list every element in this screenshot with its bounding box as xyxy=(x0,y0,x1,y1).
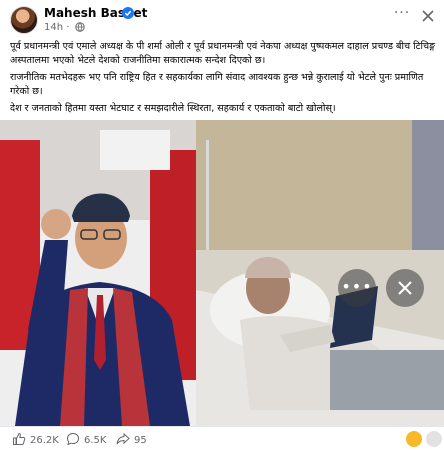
comment-count: 6.5K xyxy=(84,435,107,446)
post-paragraph: राजनीतिक मतभेदहरू भए पनि राष्ट्रिय हित र… xyxy=(10,72,424,97)
share-icon xyxy=(116,432,130,445)
share-count: 95 xyxy=(134,435,147,446)
post-paragraph: देश र जनताको हितमा यस्ता भेटघाट र समझदार… xyxy=(10,103,336,114)
avatar[interactable] xyxy=(10,6,38,34)
left-photo xyxy=(0,120,196,426)
like-count: 26.2K xyxy=(30,435,59,446)
comment-button[interactable]: 6.5K xyxy=(66,432,106,446)
comment-icon xyxy=(66,432,80,446)
verified-badge-icon xyxy=(122,7,134,19)
globe-icon xyxy=(74,22,85,32)
laugh-reaction-icon[interactable] xyxy=(406,431,422,447)
like-button[interactable]: 26.2K xyxy=(12,432,59,446)
post-media[interactable]: ••• xyxy=(0,120,444,426)
close-icon[interactable] xyxy=(418,6,438,26)
media-options-button[interactable]: ••• xyxy=(338,269,376,307)
media-photos xyxy=(0,120,444,426)
post-footer: 26.2K 6.5K 95 xyxy=(0,426,444,450)
more-reactions-icon[interactable] xyxy=(426,431,442,447)
post-options-button[interactable]: ··· xyxy=(392,6,412,24)
share-button[interactable]: 95 xyxy=(116,432,147,446)
post-meta: 14h · xyxy=(44,22,85,33)
media-close-button[interactable] xyxy=(386,269,424,307)
post-body: पूर्व प्रधानमन्त्री एवं एमाले अध्यक्ष के… xyxy=(10,40,438,119)
post-header: Mahesh Basnet 14h · ··· xyxy=(0,0,444,38)
post-paragraph: पूर्व प्रधानमन्त्री एवं एमाले अध्यक्ष के… xyxy=(10,41,436,66)
close-icon xyxy=(398,281,412,295)
post-time[interactable]: 14h xyxy=(44,22,63,33)
thumbs-up-icon xyxy=(13,432,26,445)
